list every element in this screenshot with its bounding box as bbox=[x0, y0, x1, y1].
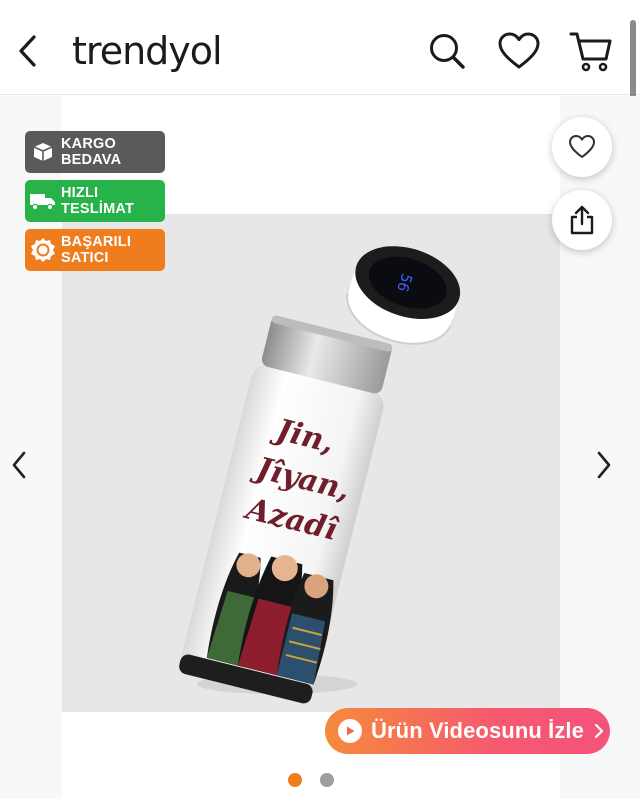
pagination-dot[interactable] bbox=[288, 773, 302, 787]
top-bar: trendyol bbox=[0, 0, 640, 104]
chevron-right-icon bbox=[597, 451, 611, 479]
watch-product-video-label: Ürün Videosunu İzle bbox=[371, 718, 584, 743]
previous-image-button[interactable] bbox=[4, 440, 34, 490]
truck-icon bbox=[30, 194, 55, 211]
search-icon bbox=[430, 34, 465, 69]
image-pagination bbox=[288, 773, 334, 787]
cart-icon bbox=[569, 32, 612, 72]
cart-button[interactable] bbox=[568, 28, 614, 74]
thermos-bottle-illustration: 56 Jin, Jîyan, Azadî bbox=[179, 246, 461, 704]
back-button[interactable] bbox=[10, 28, 46, 74]
chevron-right-icon bbox=[594, 723, 604, 739]
badge-free-shipping-label: KARGO BEDAVA bbox=[61, 136, 122, 168]
watch-product-video-button[interactable]: Ürün Videosunu İzle bbox=[325, 708, 610, 754]
pagination-dot[interactable] bbox=[320, 773, 334, 787]
next-image-button[interactable] bbox=[589, 440, 619, 490]
favorites-button[interactable] bbox=[496, 28, 542, 74]
chevron-left-icon bbox=[19, 35, 36, 67]
add-to-favorites-button[interactable] bbox=[552, 117, 612, 177]
product-image[interactable]: 56 Jin, Jîyan, Azadî bbox=[62, 214, 560, 712]
image-gallery[interactable]: 56 Jin, Jîyan, Azadî KARGO BEDAVA HIZLI … bbox=[0, 96, 640, 799]
scrollbar[interactable] bbox=[630, 20, 636, 104]
heart-icon bbox=[498, 32, 540, 69]
brand-logo[interactable]: trendyol bbox=[72, 26, 223, 76]
heart-outline-icon bbox=[569, 135, 595, 158]
box-icon bbox=[33, 143, 53, 161]
badge-fast-delivery-label: HIZLI TESLİMAT bbox=[61, 185, 135, 217]
share-button[interactable] bbox=[552, 190, 612, 250]
badge-fast-delivery: HIZLI TESLİMAT bbox=[25, 180, 165, 222]
share-icon bbox=[570, 205, 594, 235]
play-icon bbox=[338, 719, 362, 743]
award-icon bbox=[31, 238, 55, 262]
badge-successful-seller-label: BAŞARILI SATICI bbox=[61, 234, 132, 266]
badge-free-shipping: KARGO BEDAVA bbox=[25, 131, 165, 173]
search-button[interactable] bbox=[424, 28, 470, 74]
chevron-left-icon bbox=[12, 451, 26, 479]
product-detail-screen: trendyol 56 Jin, Jîyan, Azadî KARGO BEDA… bbox=[0, 0, 640, 799]
badge-successful-seller: BAŞARILI SATICI bbox=[25, 229, 165, 271]
